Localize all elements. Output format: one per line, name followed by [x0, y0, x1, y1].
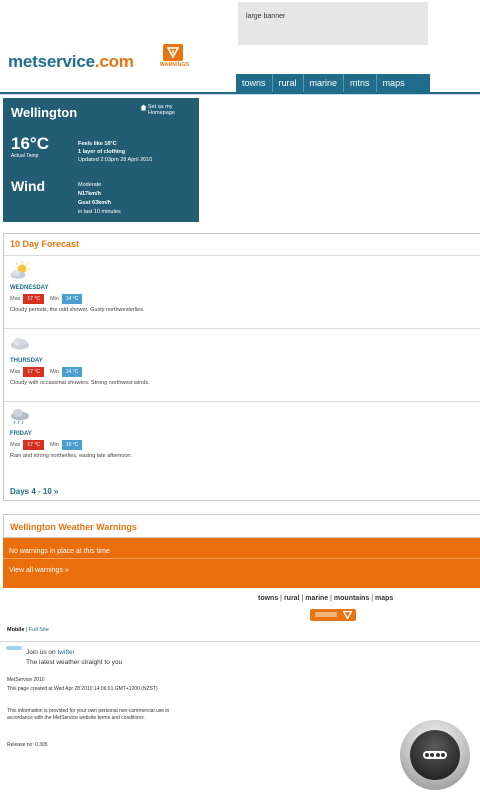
wind-gust: Gust 63km/h	[78, 200, 112, 206]
footer-nav: towns | rural | marine | mountains | map…	[258, 595, 394, 602]
min-temp-badge: 14 °C	[61, 294, 83, 304]
more-days-link[interactable]: Days 4 - 10 »	[10, 487, 58, 496]
copyright-text: MetService 2010	[7, 677, 45, 683]
wind-period: in last 10 minutes	[78, 209, 121, 215]
logo-text: metservice	[8, 52, 95, 71]
footer-nav-marine[interactable]: marine	[305, 595, 328, 602]
no-warnings-text: No warnings in place at this time	[9, 548, 110, 555]
forecast-description: Rain and strong northerlies, easing late…	[10, 453, 132, 459]
warnings-title: Wellington Weather Warnings	[10, 522, 137, 532]
max-temp-badge: 17 °C	[23, 367, 44, 377]
forecast-divider	[4, 328, 480, 329]
twitter-promo: Join us on twitter The latest weather st…	[26, 648, 122, 668]
temperature-label: Actual Temp	[11, 153, 39, 159]
footer-nav-maps[interactable]: maps	[375, 595, 393, 602]
forecast-divider	[4, 401, 480, 402]
max-label: Max	[10, 296, 21, 302]
feels-like: Feels like 16°C	[78, 141, 117, 147]
warning-triangle-icon	[343, 611, 352, 619]
set-homepage-line2: Homepage	[148, 110, 175, 116]
mobile-link[interactable]: Mobile	[7, 627, 24, 633]
nav-item-towns[interactable]: towns	[236, 74, 273, 92]
twitter-icon[interactable]	[6, 646, 22, 650]
logo-suffix: .com	[94, 52, 134, 71]
footer-nav-rural[interactable]: rural	[284, 595, 300, 602]
home-icon	[140, 104, 147, 111]
max-label: Max	[10, 442, 21, 448]
metservice-logo[interactable]: metservice.com	[8, 52, 134, 72]
more-dots-icon	[423, 751, 447, 759]
forecast-description: Cloudy with occasional showers. Strong n…	[10, 380, 150, 386]
forecast-description: Cloudy periods, the odd shower. Gusty no…	[10, 307, 145, 313]
forecast-day-name: WEDNESDAY	[10, 285, 49, 291]
set-homepage-link[interactable]: Set as my Homepage	[140, 104, 175, 116]
footer-warnings-button[interactable]	[310, 609, 356, 621]
disclaimer-text: This information is provided for your ow…	[7, 708, 170, 721]
wind-details: Moderate N17km/h Gust 63km/h in last 10 …	[78, 181, 121, 217]
cloud-icon	[9, 335, 31, 356]
footer-divider	[0, 641, 480, 642]
banner-text: large banner	[246, 13, 286, 20]
view-all-warnings-link[interactable]: View all warnings »	[9, 567, 69, 574]
warnings-divider	[3, 558, 480, 559]
max-label: Max	[10, 369, 21, 375]
forecast-title: 10 Day Forecast	[10, 239, 80, 249]
main-nav: towns rural marine mtns maps	[236, 74, 430, 92]
forecast-day-name: THURSDAY	[10, 358, 43, 364]
temperature-details: Feels like 16°C 1 layer of clothing Upda…	[78, 140, 152, 164]
forecast-temps: Max 17 °C Min 14 °C	[10, 294, 88, 304]
site-mode-switch: Mobile | Full Site	[7, 627, 49, 633]
ten-day-forecast-panel: 10 Day Forecast WEDNESDAY Max 17 °C Min 14…	[3, 233, 480, 501]
max-temp-badge: 17 °C	[23, 294, 44, 304]
min-temp-badge: 10 °C	[61, 440, 83, 450]
forecast-title-divider	[4, 255, 480, 256]
rain-cloud-icon	[9, 408, 31, 431]
min-label: Min	[49, 442, 59, 448]
min-label: Min	[49, 296, 59, 302]
full-site-link[interactable]: Full Site	[29, 627, 49, 633]
forecast-temps: Max 17 °C Min 14 °C	[10, 367, 88, 377]
floating-menu-button[interactable]	[400, 720, 470, 790]
nav-item-maps[interactable]: maps	[377, 74, 411, 92]
footer-nav-towns[interactable]: towns	[258, 595, 278, 602]
twitter-tagline: The latest weather straight to you	[26, 659, 123, 666]
current-conditions-panel: Wellington Set as my Homepage 16°C Actua…	[3, 98, 199, 222]
min-label: Min	[49, 369, 59, 375]
menu-button-core	[410, 730, 460, 780]
warnings-logo-text: WARNINGS	[160, 62, 190, 68]
city-name: Wellington	[11, 105, 78, 120]
release-text: Release no: 0.305	[7, 742, 48, 748]
nav-divider-shadow	[0, 94, 480, 95]
max-temp-badge: 17 °C	[23, 440, 44, 450]
wind-heading: Wind	[11, 178, 46, 194]
sun-cloud-icon	[9, 262, 31, 285]
large-banner[interactable]: large banner	[238, 2, 428, 45]
nav-item-marine[interactable]: marine	[304, 74, 345, 92]
wind-speed: N17km/h	[78, 191, 101, 197]
wind-strength: Moderate	[78, 182, 102, 188]
warnings-logo[interactable]: WARNINGS	[160, 44, 190, 72]
warnings-logo-text-mark	[315, 612, 337, 617]
warning-triangle-icon	[163, 44, 183, 61]
warnings-body: No warnings in place at this time View a…	[3, 538, 480, 588]
forecast-day-name: FRIDAY	[10, 431, 32, 437]
nav-item-rural[interactable]: rural	[273, 74, 304, 92]
forecast-temps: Max 17 °C Min 10 °C	[10, 440, 88, 450]
twitter-link[interactable]: twitter	[57, 649, 74, 656]
updated-time: Updated 2:03pm 28 April 2010	[78, 157, 153, 163]
warnings-header: Wellington Weather Warnings	[3, 514, 480, 538]
weather-warnings-panel: Wellington Weather Warnings No warnings …	[3, 514, 480, 588]
join-text: Join us on	[26, 649, 58, 656]
footer-nav-mountains[interactable]: mountains	[334, 595, 369, 602]
page-created-text: This page created at Wed Apr 28 2010 14:…	[7, 686, 158, 692]
clothing-advice: 1 layer of clothing	[78, 149, 126, 155]
nav-item-mtns[interactable]: mtns	[344, 74, 377, 92]
current-temperature: 16°C	[11, 134, 49, 153]
min-temp-badge: 14 °C	[61, 367, 83, 377]
